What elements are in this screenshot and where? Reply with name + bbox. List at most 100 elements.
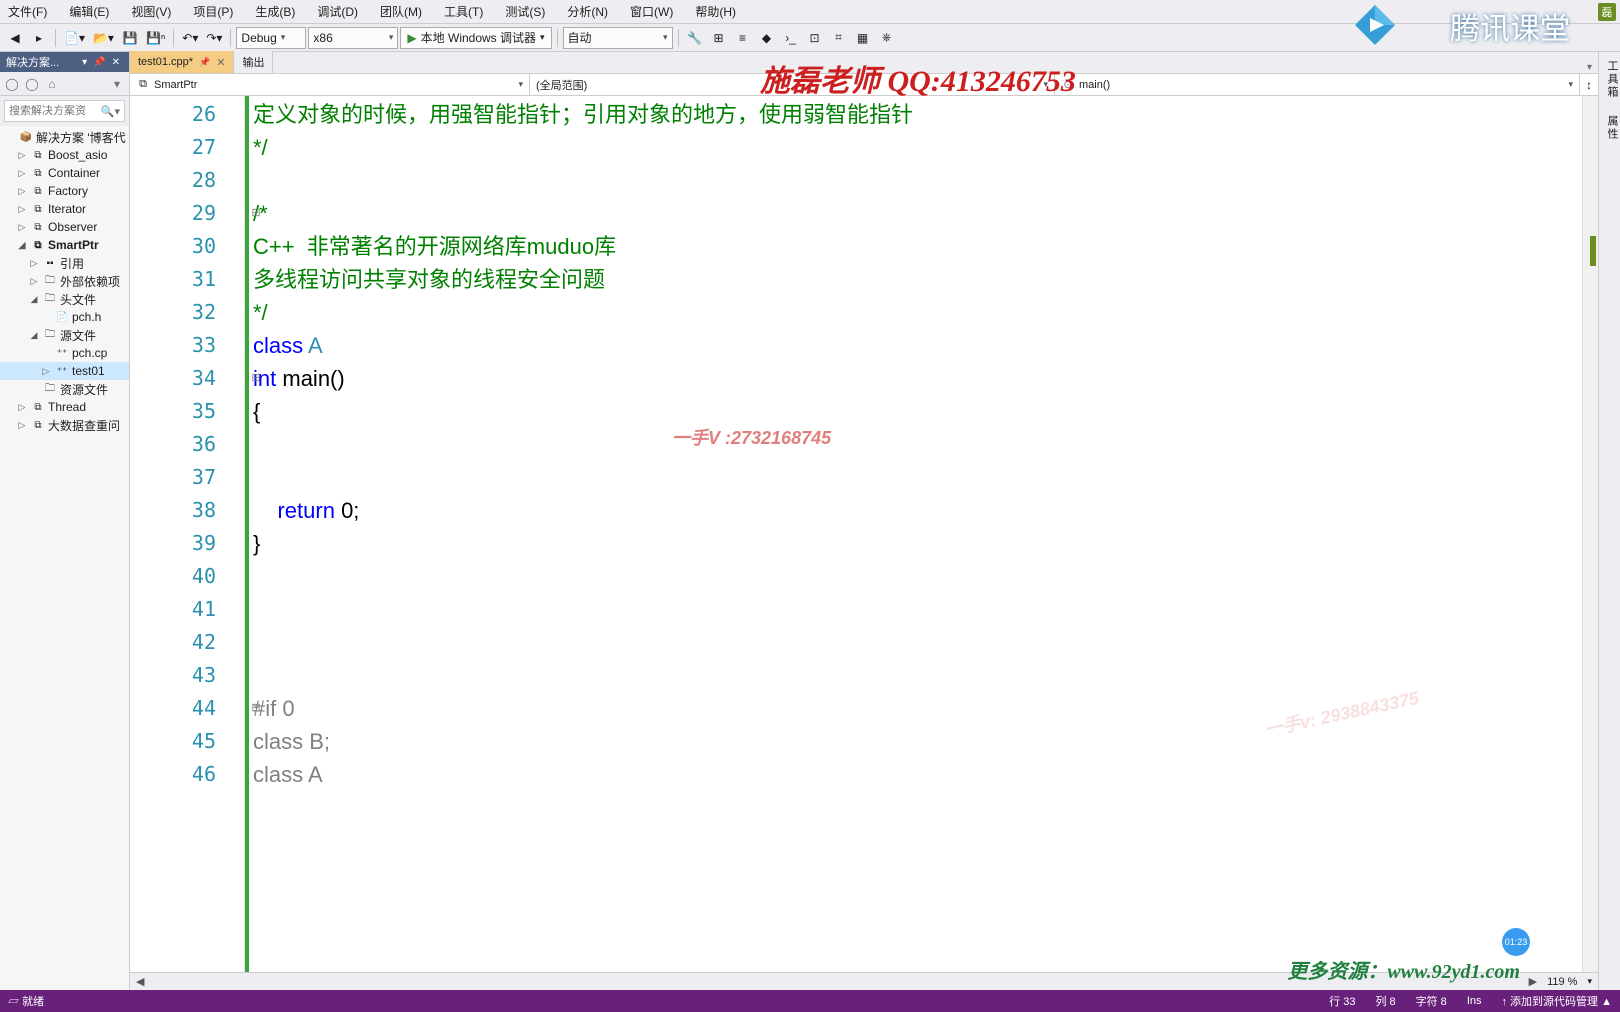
tree-project[interactable]: ▷⧉Factory: [0, 182, 129, 200]
panel-pin-icon[interactable]: 📌: [90, 57, 108, 68]
tool-btn-2[interactable]: ⊞: [708, 27, 730, 49]
solution-search[interactable]: 🔍 ▾: [4, 100, 125, 122]
function-icon: ⊙: [1061, 78, 1075, 92]
tree-sources[interactable]: ◢🗀源文件: [0, 326, 129, 344]
pin-icon[interactable]: 📌: [199, 57, 210, 68]
tool-btn-1[interactable]: 🔧: [684, 27, 706, 49]
tool-btn-4[interactable]: ◆: [756, 27, 778, 49]
scroll-map[interactable]: [1582, 96, 1598, 972]
menu-view[interactable]: 视图(V): [127, 1, 175, 22]
menu-analyze[interactable]: 分析(N): [563, 1, 612, 22]
status-ready: ▱ 就绪: [8, 993, 44, 1009]
status-bar: ▱ 就绪 行 33 列 8 字符 8 Ins ↑ 添加到源代码管理 ▲: [0, 990, 1620, 1012]
status-scm[interactable]: ↑ 添加到源代码管理 ▲: [1502, 993, 1613, 1009]
tree-file-active[interactable]: ▷⁺⁺test01: [0, 362, 129, 380]
right-sidebar[interactable]: 工具箱 属性: [1598, 52, 1620, 990]
search-drop-icon[interactable]: ▾: [114, 105, 120, 118]
save-button[interactable]: 💾: [119, 27, 141, 49]
close-icon[interactable]: ✕: [216, 56, 225, 69]
panel-close-icon[interactable]: ✕: [109, 57, 123, 68]
menu-file[interactable]: 文件(F): [4, 1, 51, 22]
fwd-icon[interactable]: ◯: [24, 76, 40, 92]
menu-debug[interactable]: 调试(D): [313, 1, 362, 22]
folder-icon: 🗀: [43, 292, 57, 306]
start-debug-button[interactable]: ▶本地 Windows 调试器▾: [400, 27, 551, 49]
tab-active[interactable]: test01.cpp* 📌 ✕: [130, 51, 234, 73]
user-badge[interactable]: 磊: [1598, 3, 1616, 21]
tree-project[interactable]: ▷⧉Observer: [0, 218, 129, 236]
tab-overflow[interactable]: ▾: [1581, 62, 1598, 73]
menu-project[interactable]: 项目(P): [189, 1, 237, 22]
open-button[interactable]: 📂▾: [90, 27, 117, 49]
more-icon[interactable]: ▾: [109, 76, 125, 92]
tool-btn-8[interactable]: ▦: [852, 27, 874, 49]
zoom-drop-icon[interactable]: ▾: [1587, 976, 1592, 987]
status-line: 行 33: [1329, 993, 1355, 1009]
tool-btn-5[interactable]: ›_: [780, 27, 802, 49]
solution-toolbar: ◯ ◯ ⌂ ▾: [0, 72, 129, 96]
folder-icon: 🗀: [43, 382, 57, 396]
solution-tree: 📦解决方案 '博客代 ▷⧉Boost_asio ▷⧉Container ▷⧉Fa…: [0, 126, 129, 990]
nav-function[interactable]: ⊙ main()▾: [1055, 74, 1580, 95]
scroll-left-icon[interactable]: ◀: [136, 975, 144, 988]
menu-test[interactable]: 测试(S): [501, 1, 549, 22]
code-editor[interactable]: 2627282930313233343536373839404142434445…: [130, 96, 1598, 972]
tool-btn-3[interactable]: ≡: [732, 27, 754, 49]
nav-fwd-button[interactable]: ▸: [28, 27, 50, 49]
tree-project[interactable]: ▷⧉Thread: [0, 398, 129, 416]
tree-resources[interactable]: 🗀资源文件: [0, 380, 129, 398]
panel-dropdown-icon[interactable]: ▾: [79, 57, 90, 68]
editor-area: test01.cpp* 📌 ✕ 输出 ▾ ⧉ SmartPtr▾ (全局范围)▾…: [130, 52, 1598, 990]
zoom-level[interactable]: 119 %: [1547, 976, 1577, 988]
tree-refs[interactable]: ▷▪▪引用: [0, 254, 129, 272]
tree-root[interactable]: 📦解决方案 '博客代: [0, 128, 129, 146]
menu-window[interactable]: 窗口(W): [626, 1, 677, 22]
tree-project[interactable]: ▷⧉Iterator: [0, 200, 129, 218]
tool-btn-6[interactable]: ⊡: [804, 27, 826, 49]
h-file-icon: 📄: [55, 310, 69, 324]
tree-project-active[interactable]: ◢⧉SmartPtr: [0, 236, 129, 254]
nav-project[interactable]: ⧉ SmartPtr▾: [130, 74, 530, 95]
nav-scope[interactable]: (全局范围)▾: [530, 74, 1055, 95]
project-icon: ⧉: [31, 148, 45, 162]
menu-edit[interactable]: 编辑(E): [65, 1, 113, 22]
code-body[interactable]: 定义对象的时候，用强智能指针；引用对象的地方，使用弱智能指针*/ /*C++ 非…: [245, 96, 1598, 972]
menu-tools[interactable]: 工具(T): [440, 1, 487, 22]
undo-button[interactable]: ↶▾: [179, 27, 201, 49]
panel-title: 解决方案...: [6, 54, 59, 70]
nav-back-button[interactable]: ◀: [4, 27, 26, 49]
menu-help[interactable]: 帮助(H): [691, 1, 740, 22]
fold-column[interactable]: ⊟ ⊟ ⊟: [249, 98, 263, 791]
tab-strip: test01.cpp* 📌 ✕ 输出 ▾: [130, 52, 1598, 74]
solution-explorer: 解决方案... ▾ 📌 ✕ ◯ ◯ ⌂ ▾ 🔍 ▾ 📦解决方案 '博客代 ▷⧉B…: [0, 52, 130, 990]
solution-search-input[interactable]: [9, 105, 101, 117]
tool-btn-7[interactable]: ⌗: [828, 27, 850, 49]
tree-headers[interactable]: ◢🗀头文件: [0, 290, 129, 308]
toolbox-tab[interactable]: 工具箱: [1599, 60, 1620, 99]
menu-team[interactable]: 团队(M): [376, 1, 426, 22]
back-icon[interactable]: ◯: [4, 76, 20, 92]
tree-project[interactable]: ▷⧉Container: [0, 164, 129, 182]
tab-label: test01.cpp*: [138, 56, 193, 68]
auto-dropdown[interactable]: 自动▾: [563, 27, 673, 49]
cpp-file-icon: ⁺⁺: [55, 364, 69, 378]
redo-button[interactable]: ↷▾: [203, 27, 225, 49]
tree-external[interactable]: ▷🗀外部依赖项: [0, 272, 129, 290]
tree-file[interactable]: ⁺⁺pch.cp: [0, 344, 129, 362]
tool-btn-9[interactable]: ⎈: [876, 27, 898, 49]
tree-project[interactable]: ▷⧉Boost_asio: [0, 146, 129, 164]
home-icon[interactable]: ⌂: [44, 76, 60, 92]
tab-output[interactable]: 输出: [234, 51, 273, 73]
project-icon: ⧉: [31, 184, 45, 198]
menu-build[interactable]: 生成(B): [251, 1, 299, 22]
scroll-right-icon[interactable]: ▶: [1529, 975, 1537, 988]
tree-project[interactable]: ▷⧉大数据查重问: [0, 416, 129, 434]
status-col: 列 8: [1375, 993, 1395, 1009]
properties-tab[interactable]: 属性: [1599, 115, 1620, 141]
split-icon[interactable]: ↕: [1580, 74, 1598, 95]
new-project-button[interactable]: 📄▾: [61, 27, 88, 49]
config-dropdown[interactable]: Debug▾: [236, 27, 306, 49]
platform-dropdown[interactable]: x86▾: [308, 27, 398, 49]
tree-file[interactable]: 📄pch.h: [0, 308, 129, 326]
save-all-button[interactable]: 💾ⁿ: [143, 27, 168, 49]
